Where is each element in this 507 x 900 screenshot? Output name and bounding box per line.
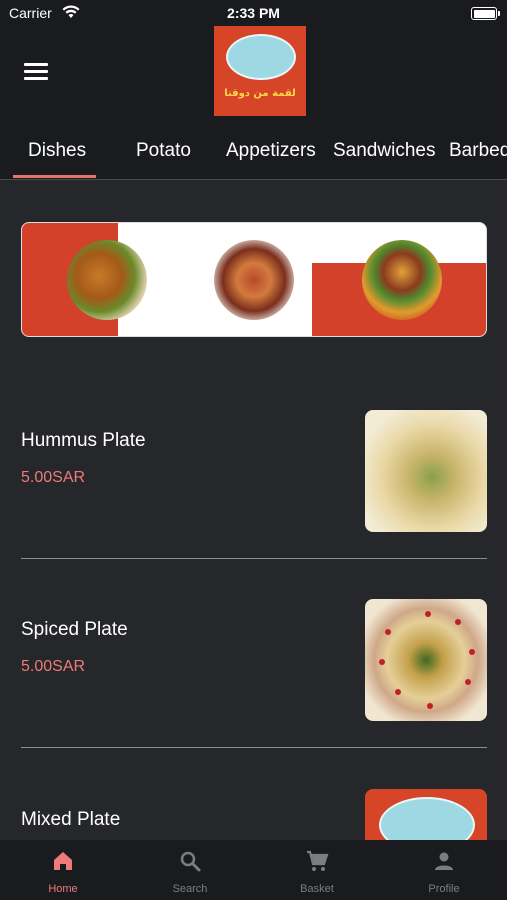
logo-plate-graphic: [226, 34, 296, 80]
item-name: Spiced Plate: [21, 619, 128, 640]
search-icon: [180, 851, 201, 872]
status-bar: Carrier 2:33 PM: [0, 0, 507, 28]
tab-dishes[interactable]: Dishes: [28, 140, 86, 162]
tab-appetizers[interactable]: Appetizers: [226, 140, 316, 162]
logo-text: لقمة من دوقنا: [224, 88, 296, 99]
nav-home[interactable]: Home: [0, 840, 126, 900]
falafel-image: [67, 240, 147, 320]
profile-icon: [435, 852, 453, 870]
divider: [21, 747, 487, 748]
item-price: 5.00SAR: [21, 658, 86, 675]
restaurant-logo: لقمة من دوقنا: [214, 26, 306, 116]
nav-profile[interactable]: Profile: [381, 840, 507, 900]
nav-label: Profile: [428, 883, 460, 895]
nav-label: Home: [48, 883, 78, 895]
bottom-navigation: Home Search Basket Profile: [0, 840, 507, 900]
divider: [21, 558, 487, 559]
hummus-plate-image: [365, 410, 487, 532]
spiced-plate-image: [365, 599, 487, 721]
nav-label: Search: [172, 883, 208, 895]
tab-sandwiches[interactable]: Sandwiches: [333, 140, 435, 162]
kebab-image: [214, 240, 294, 320]
item-name: Hummus Plate: [21, 430, 146, 451]
active-tab-indicator: [13, 175, 96, 178]
nav-label: Basket: [300, 883, 334, 895]
app-header: لقمة من دوقنا: [0, 26, 507, 126]
status-time: 2:33 PM: [227, 5, 280, 21]
category-tabs: Dishes Potato Appetizers Sandwiches Barb…: [0, 126, 507, 180]
burger-image: [362, 240, 442, 320]
tab-potato[interactable]: Potato: [136, 140, 191, 162]
nav-basket[interactable]: Basket: [254, 840, 380, 900]
item-price: 5.00SAR: [21, 469, 86, 486]
cart-icon: [307, 850, 329, 871]
item-name: Mixed Plate: [21, 809, 121, 830]
mixed-plate-image: [365, 789, 487, 840]
tab-barbeque[interactable]: Barbeq: [449, 140, 507, 162]
home-icon: [54, 852, 72, 870]
nav-search[interactable]: Search: [127, 840, 253, 900]
battery-icon: [471, 7, 500, 20]
promo-banner[interactable]: [21, 222, 487, 337]
hamburger-menu-icon[interactable]: [24, 63, 48, 81]
